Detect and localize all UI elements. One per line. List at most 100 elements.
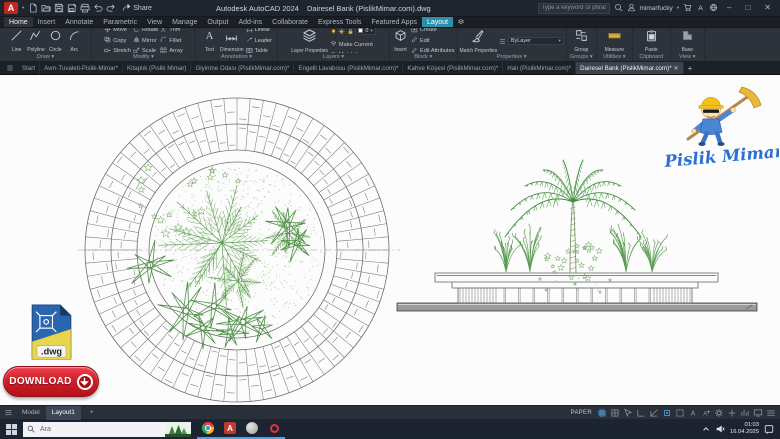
taskbar-clock[interactable]: 01:03 16.04.2025 <box>730 422 759 436</box>
panel-label-utilities[interactable]: Utilities ▾ <box>597 53 632 61</box>
linear-button[interactable]: Linear <box>246 28 272 36</box>
group-button[interactable]: Group <box>573 29 590 53</box>
download-button[interactable]: DOWNLOAD <box>3 366 99 397</box>
file-tab-engelli-lavabosu-pislikmimar-com[interactable]: Engelli Lavabosu (PislikMimar.com)* <box>294 62 403 74</box>
dynamic-input-icon[interactable] <box>623 408 633 418</box>
help-globe-icon[interactable] <box>709 0 718 17</box>
close-tab-icon[interactable]: ✕ <box>674 65 679 72</box>
move-button[interactable]: Move <box>104 28 131 36</box>
plus-icon[interactable] <box>727 408 737 418</box>
redo-icon[interactable] <box>106 3 116 13</box>
autodesk-a-icon[interactable]: A <box>696 0 705 17</box>
taskbar-opera-icon[interactable] <box>263 419 285 439</box>
ribbon-tab-add-ins[interactable]: Add-ins <box>233 17 267 27</box>
panel-label-groups[interactable]: Groups ▾ <box>567 53 596 61</box>
dimension-button[interactable]: Dimension <box>220 29 244 53</box>
file-tab-dairesel-bank-pislikmimar-com[interactable]: Dairesel Bank (PislikMimar.com)*✕ <box>576 62 684 74</box>
circle-button[interactable]: Circle <box>47 29 64 53</box>
ribbon-tab-view[interactable]: View <box>142 17 167 27</box>
ortho-icon[interactable] <box>636 408 646 418</box>
taskbar-app-icon[interactable] <box>241 419 263 439</box>
panel-label-properties[interactable]: Properties ▾ <box>458 53 566 61</box>
workspace-gear-icon[interactable] <box>714 408 724 418</box>
maximize-button[interactable]: □ <box>740 0 755 16</box>
ribbon-tab-collaborate[interactable]: Collaborate <box>267 17 313 27</box>
layer-properties-button[interactable]: Layer Properties <box>291 28 328 53</box>
line-button[interactable]: Line <box>8 29 25 53</box>
insert-button[interactable]: Insert <box>392 29 409 53</box>
panel-label-modify[interactable]: Modify ▾ <box>92 53 195 61</box>
ribbon-tab-home[interactable]: Home <box>4 17 33 27</box>
drawing-canvas[interactable]: Pislik Mimar .dwg DOWNLOAD <box>0 75 780 405</box>
text-button[interactable]: AText <box>201 29 218 53</box>
clean-screen-icon[interactable] <box>753 408 763 418</box>
minimize-button[interactable]: – <box>722 0 736 16</box>
file-tab-kitapl-k-pislik-mimar[interactable]: Kitaplık (Pislik Mimar) <box>123 62 191 74</box>
autocad-logo-icon[interactable]: A <box>4 2 18 14</box>
cart-icon[interactable] <box>683 0 692 17</box>
save-icon[interactable] <box>54 3 64 13</box>
fillet-button[interactable]: Fillet <box>160 36 182 46</box>
taskbar-search[interactable] <box>23 422 191 437</box>
measure-button[interactable]: Measure <box>605 29 624 53</box>
autoscale-icon[interactable]: A <box>701 408 711 418</box>
bulb-icon[interactable] <box>330 28 337 40</box>
file-tabs-menu-icon[interactable] <box>2 62 18 74</box>
graphics-performance-icon[interactable] <box>740 408 750 418</box>
panel-label-draw[interactable]: Draw ▾ <box>0 53 91 61</box>
new-layout-button[interactable]: + <box>84 406 100 420</box>
make-current-button[interactable]: Make Current <box>330 40 376 50</box>
selection-cycling-icon[interactable] <box>675 408 685 418</box>
lock-icon[interactable] <box>347 28 354 40</box>
close-button[interactable]: ✕ <box>759 0 776 16</box>
ribbon-tab-express-tools[interactable]: Express Tools <box>313 17 366 27</box>
polyline-button[interactable]: Polyline <box>27 29 45 53</box>
panel-label-annotation[interactable]: Annotation ▾ <box>196 53 277 61</box>
file-tab-hal-pislikmimar-com[interactable]: Halı (PislikMimar.com)* <box>503 62 576 74</box>
share-button[interactable]: Share <box>122 3 152 14</box>
ribbon-tab-output[interactable]: Output <box>202 17 233 27</box>
polar-tracking-icon[interactable] <box>649 408 659 418</box>
file-tab-kahve-k-esi-pislikmimar-com[interactable]: Kahve Köşesi (PislikMimar.com)* <box>403 62 503 74</box>
file-tab-avm-tuvaleti-pislik-mimar[interactable]: Avm-Tuvaleti-Pislik-Mimar* <box>40 62 123 74</box>
ribbon-tab-parametric[interactable]: Parametric <box>98 17 142 27</box>
open-icon[interactable] <box>41 3 51 13</box>
ribbon-tab-manage[interactable]: Manage <box>167 17 202 27</box>
tray-expand-icon[interactable] <box>702 425 710 433</box>
panel-label-view[interactable]: View ▾ <box>671 53 704 61</box>
panel-label-block[interactable]: Block ▾ <box>390 53 457 61</box>
new-icon[interactable] <box>28 3 38 13</box>
file-tab-start[interactable]: Start <box>18 62 40 74</box>
ribbon-tab-insert[interactable]: Insert <box>33 17 61 27</box>
ribbon-tab-annotate[interactable]: Annotate <box>60 17 98 27</box>
app-menu-caret-icon[interactable]: ▾ <box>22 5 24 11</box>
sun-icon[interactable] <box>338 28 345 40</box>
new-file-tab-button[interactable]: + <box>684 62 697 74</box>
customization-menu-icon[interactable] <box>766 408 776 418</box>
bylayer-select-1[interactable]: ByLayer▾ <box>508 37 564 45</box>
plot-icon[interactable] <box>80 3 90 13</box>
edit-button[interactable]: Edit <box>411 36 455 46</box>
rotate-button[interactable]: Rotate <box>133 28 158 36</box>
snap-icon[interactable] <box>610 408 620 418</box>
taskbar-autocad-icon[interactable]: A <box>219 419 241 439</box>
layout-menu-icon[interactable] <box>4 404 13 422</box>
ribbon-options-icon[interactable] <box>453 17 469 27</box>
ribbon-tab-featured-apps[interactable]: Featured Apps <box>366 17 422 27</box>
match-properties-button[interactable]: Match Properties <box>460 29 498 54</box>
annotation-visibility-icon[interactable]: A <box>688 408 698 418</box>
help-search-input[interactable] <box>538 3 610 14</box>
ribbon-tab-layout[interactable]: Layout <box>422 17 453 27</box>
file-tab-giyinme-odas-pislikmimar-com[interactable]: Giyinme Odası (PislikMimar.com)* <box>191 62 294 74</box>
start-button[interactable] <box>6 424 17 435</box>
list-icon[interactable] <box>499 32 506 50</box>
taskbar-search-input[interactable] <box>38 425 148 434</box>
grid-icon[interactable] <box>597 408 607 418</box>
color-wheel-icon[interactable] <box>499 28 506 32</box>
arc-button[interactable]: Arc <box>66 29 83 53</box>
layer-select[interactable]: 0▾ <box>355 28 375 35</box>
paste-button[interactable]: Paste <box>643 29 660 53</box>
osnap-icon[interactable] <box>662 408 672 418</box>
trim-button[interactable]: Trim <box>160 28 182 36</box>
panel-label-layers[interactable]: Layers ▾ <box>278 53 389 61</box>
